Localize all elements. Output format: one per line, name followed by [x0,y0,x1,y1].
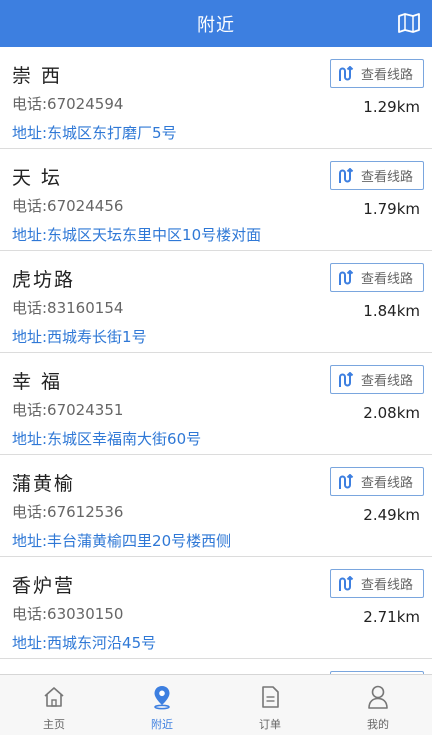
store-phone: 电话:83160154 [12,299,124,317]
home-icon [41,684,67,710]
view-route-button[interactable]: 查看线路 [330,365,424,394]
view-route-label: 查看线路 [361,272,414,287]
list-item[interactable]: 幸 福 电话:67024351 地址:东城区幸福南大街60号 查看线路 2.08… [0,353,432,455]
route-icon [337,473,355,491]
view-route-label: 查看线路 [361,374,414,389]
store-distance: 2.49km [363,506,420,524]
view-route-label: 查看线路 [361,578,414,593]
list-item[interactable]: 天 坛 电话:67024456 地址:东城区天坛东里中区10号楼对面 查看线路 … [0,149,432,251]
store-address: 地址:东城区幸福南大街60号 [12,430,202,448]
store-address: 地址:西城东河沿45号 [12,634,157,652]
store-distance: 1.79km [363,200,420,218]
view-route-label: 查看线路 [361,68,414,83]
list-item-partial[interactable] [0,659,432,674]
order-document-icon [257,684,283,710]
user-profile-icon [365,684,391,710]
view-route-button[interactable]: 查看线路 [330,263,424,292]
view-route-button[interactable]: 查看线路 [330,161,424,190]
route-icon [337,269,355,287]
store-name: 幸 福 [12,371,63,393]
store-address: 地址:东城区东打磨厂5号 [12,124,177,142]
store-phone: 电话:67612536 [12,503,124,521]
store-address: 地址:西城寿长街1号 [12,328,147,346]
tab-home[interactable]: 主页 [0,675,108,735]
nearby-store-list[interactable]: 崇 西 电话:67024594 地址:东城区东打磨厂5号 查看线路 1.29km… [0,47,432,674]
route-icon [337,167,355,185]
store-name: 天 坛 [12,167,63,189]
store-name: 蒲黄榆 [12,473,76,495]
view-route-button[interactable]: 查看线路 [330,59,424,88]
top-nav-bar: 附近 [0,0,432,47]
store-phone: 电话:67024594 [12,95,124,113]
tab-profile[interactable]: 我的 [324,675,432,735]
store-phone: 电话:67024351 [12,401,124,419]
list-item[interactable]: 崇 西 电话:67024594 地址:东城区东打磨厂5号 查看线路 1.29km [0,47,432,149]
location-pin-icon [149,684,175,710]
list-item[interactable]: 蒲黄榆 电话:67612536 地址:丰台蒲黄榆四里20号楼西侧 查看线路 2.… [0,455,432,557]
map-view-button[interactable] [396,10,422,36]
store-name: 崇 西 [12,65,63,87]
route-icon [337,371,355,389]
store-distance: 2.08km [363,404,420,422]
tab-label: 附近 [151,718,173,731]
store-address: 地址:丰台蒲黄榆四里20号楼西侧 [12,532,232,550]
view-route-button[interactable]: 查看线路 [330,467,424,496]
store-distance: 1.84km [363,302,420,320]
store-distance: 1.29km [363,98,420,116]
view-route-label: 查看线路 [361,476,414,491]
store-phone: 电话:63030150 [12,605,124,623]
tab-orders[interactable]: 订单 [216,675,324,735]
list-item[interactable]: 香炉营 电话:63030150 地址:西城东河沿45号 查看线路 2.71km [0,557,432,659]
store-name: 虎坊路 [12,269,76,291]
tab-label: 主页 [43,718,65,731]
route-icon [337,575,355,593]
view-route-button[interactable]: 查看线路 [330,569,424,598]
view-route-label: 查看线路 [361,170,414,185]
tab-label: 订单 [259,718,281,731]
list-item[interactable]: 虎坊路 电话:83160154 地址:西城寿长街1号 查看线路 1.84km [0,251,432,353]
store-phone: 电话:67024456 [12,197,124,215]
map-icon [398,13,420,33]
bottom-tab-bar: 主页 附近 订单 我的 [0,674,432,735]
tab-nearby[interactable]: 附近 [108,675,216,735]
store-name: 香炉营 [12,575,76,597]
store-distance: 2.71km [363,608,420,626]
page-title: 附近 [197,14,235,36]
store-address: 地址:东城区天坛东里中区10号楼对面 [12,226,262,244]
tab-label: 我的 [367,718,389,731]
route-icon [337,65,355,83]
